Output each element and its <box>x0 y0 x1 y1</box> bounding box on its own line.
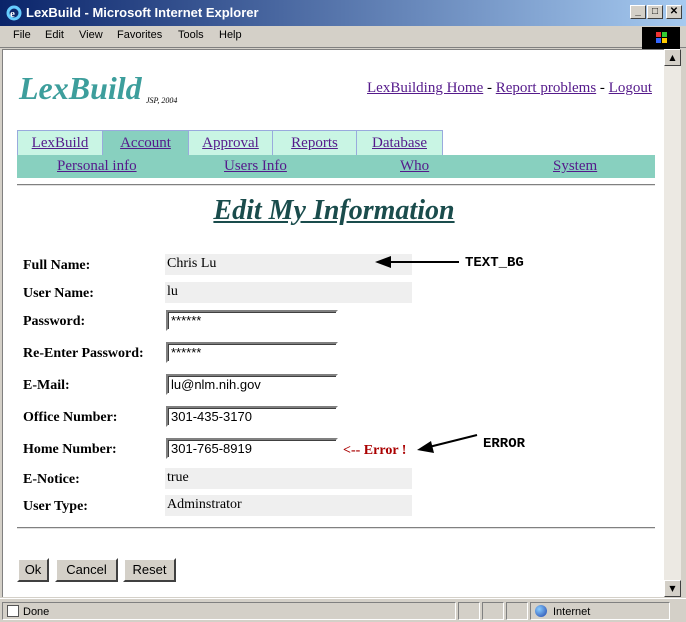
logo: LexBuild <box>19 70 142 106</box>
email-label: E-Mail: <box>23 378 70 393</box>
ie-icon: e <box>6 5 22 21</box>
office-number-label: Office Number: <box>23 410 118 425</box>
page-icon <box>7 605 19 617</box>
home-number-field[interactable]: 301-765-8919 <box>166 438 338 459</box>
tab-account[interactable]: Account <box>103 130 189 155</box>
email-field[interactable]: lu@nlm.nih.gov <box>166 374 338 395</box>
home-link[interactable]: LexBuilding Home <box>367 80 483 96</box>
user-type-value: Adminstrator <box>165 495 412 516</box>
status-text: Done <box>23 606 50 618</box>
subnav-users-info[interactable]: Users Info <box>224 158 287 175</box>
password-label: Password: <box>23 314 86 329</box>
page-viewport: LexBuild JSP, 2004 LexBuilding Home - Re… <box>2 49 664 597</box>
status-cell <box>482 602 504 620</box>
menu-tools[interactable]: Tools <box>178 29 204 41</box>
title-bar: e LexBuild - Microsoft Internet Explorer… <box>0 0 686 26</box>
full-name-label: Full Name: <box>23 258 91 273</box>
tab-label: Account <box>120 135 171 151</box>
tab-label: Database <box>372 135 427 151</box>
maximize-button[interactable]: □ <box>647 5 663 19</box>
logo-subtitle: JSP, 2004 <box>146 96 178 105</box>
user-name-value: lu <box>165 282 412 303</box>
tab-approval[interactable]: Approval <box>189 130 273 155</box>
status-cell <box>506 602 528 620</box>
minimize-button[interactable]: _ <box>630 5 646 19</box>
top-links: LexBuilding Home - Report problems - Log… <box>367 80 652 97</box>
divider <box>17 527 655 529</box>
menu-help[interactable]: Help <box>219 29 242 41</box>
menu-file[interactable]: File <box>13 29 31 41</box>
cancel-button[interactable]: Cancel <box>55 558 118 582</box>
ok-button[interactable]: Ok <box>17 558 49 582</box>
enotice-label: E-Notice: <box>23 472 80 487</box>
menu-favorites[interactable]: Favorites <box>117 29 162 41</box>
vertical-scrollbar[interactable]: ▲ ▼ <box>664 49 681 597</box>
tab-label: LexBuild <box>31 135 89 151</box>
zone-cell: Internet <box>530 602 670 620</box>
tab-label: Approval <box>202 135 259 151</box>
link-separator: - <box>596 80 609 96</box>
globe-icon <box>535 605 547 617</box>
home-number-label: Home Number: <box>23 442 117 457</box>
status-text-cell: Done <box>2 602 456 620</box>
status-cell <box>458 602 480 620</box>
tab-lexbuild[interactable]: LexBuild <box>17 130 103 155</box>
subnav-personal-info[interactable]: Personal info <box>57 158 137 175</box>
user-type-label: User Type: <box>23 499 88 514</box>
user-name-label: User Name: <box>23 286 94 301</box>
zone-text: Internet <box>553 606 591 618</box>
reset-button[interactable]: Reset <box>123 558 176 582</box>
menu-edit[interactable]: Edit <box>45 29 64 41</box>
subnav-system[interactable]: System <box>553 158 597 175</box>
page-title-text: Edit My Information <box>213 195 455 226</box>
text-bg-arrow-icon <box>375 256 459 268</box>
tab-label: Reports <box>291 135 338 151</box>
text-bg-annotation: TEXT_BG <box>465 255 524 271</box>
report-problems-link[interactable]: Report problems <box>496 80 596 96</box>
page-title: Edit My Information <box>3 195 664 227</box>
scroll-down-icon[interactable]: ▼ <box>664 580 681 597</box>
enotice-value: true <box>165 468 412 489</box>
subnav-who[interactable]: Who <box>400 158 429 175</box>
home-number-error: <-- Error ! <box>343 443 407 458</box>
status-bar: Done Internet <box>0 598 686 622</box>
tab-reports[interactable]: Reports <box>273 130 357 155</box>
windows-flag-icon <box>642 27 680 49</box>
password-field[interactable]: ****** <box>166 310 338 331</box>
sub-navigation: Personal info Users Info Who System <box>17 155 655 178</box>
tab-database[interactable]: Database <box>357 130 443 155</box>
reenter-password-label: Re-Enter Password: <box>23 346 144 361</box>
scroll-up-icon[interactable]: ▲ <box>664 49 681 66</box>
close-button[interactable]: ✕ <box>666 5 682 19</box>
svg-text:e: e <box>10 8 15 20</box>
window-title: LexBuild - Microsoft Internet Explorer <box>26 5 259 20</box>
office-number-field[interactable]: 301-435-3170 <box>166 406 338 427</box>
reenter-password-field[interactable]: ****** <box>166 342 338 363</box>
menu-view[interactable]: View <box>79 29 103 41</box>
error-arrow-icon <box>417 434 478 453</box>
link-separator: - <box>483 80 496 96</box>
menu-bar: File Edit View Favorites Tools Help <box>0 26 686 49</box>
divider <box>17 184 655 186</box>
error-annotation: ERROR <box>483 436 526 452</box>
logout-link[interactable]: Logout <box>609 80 652 96</box>
